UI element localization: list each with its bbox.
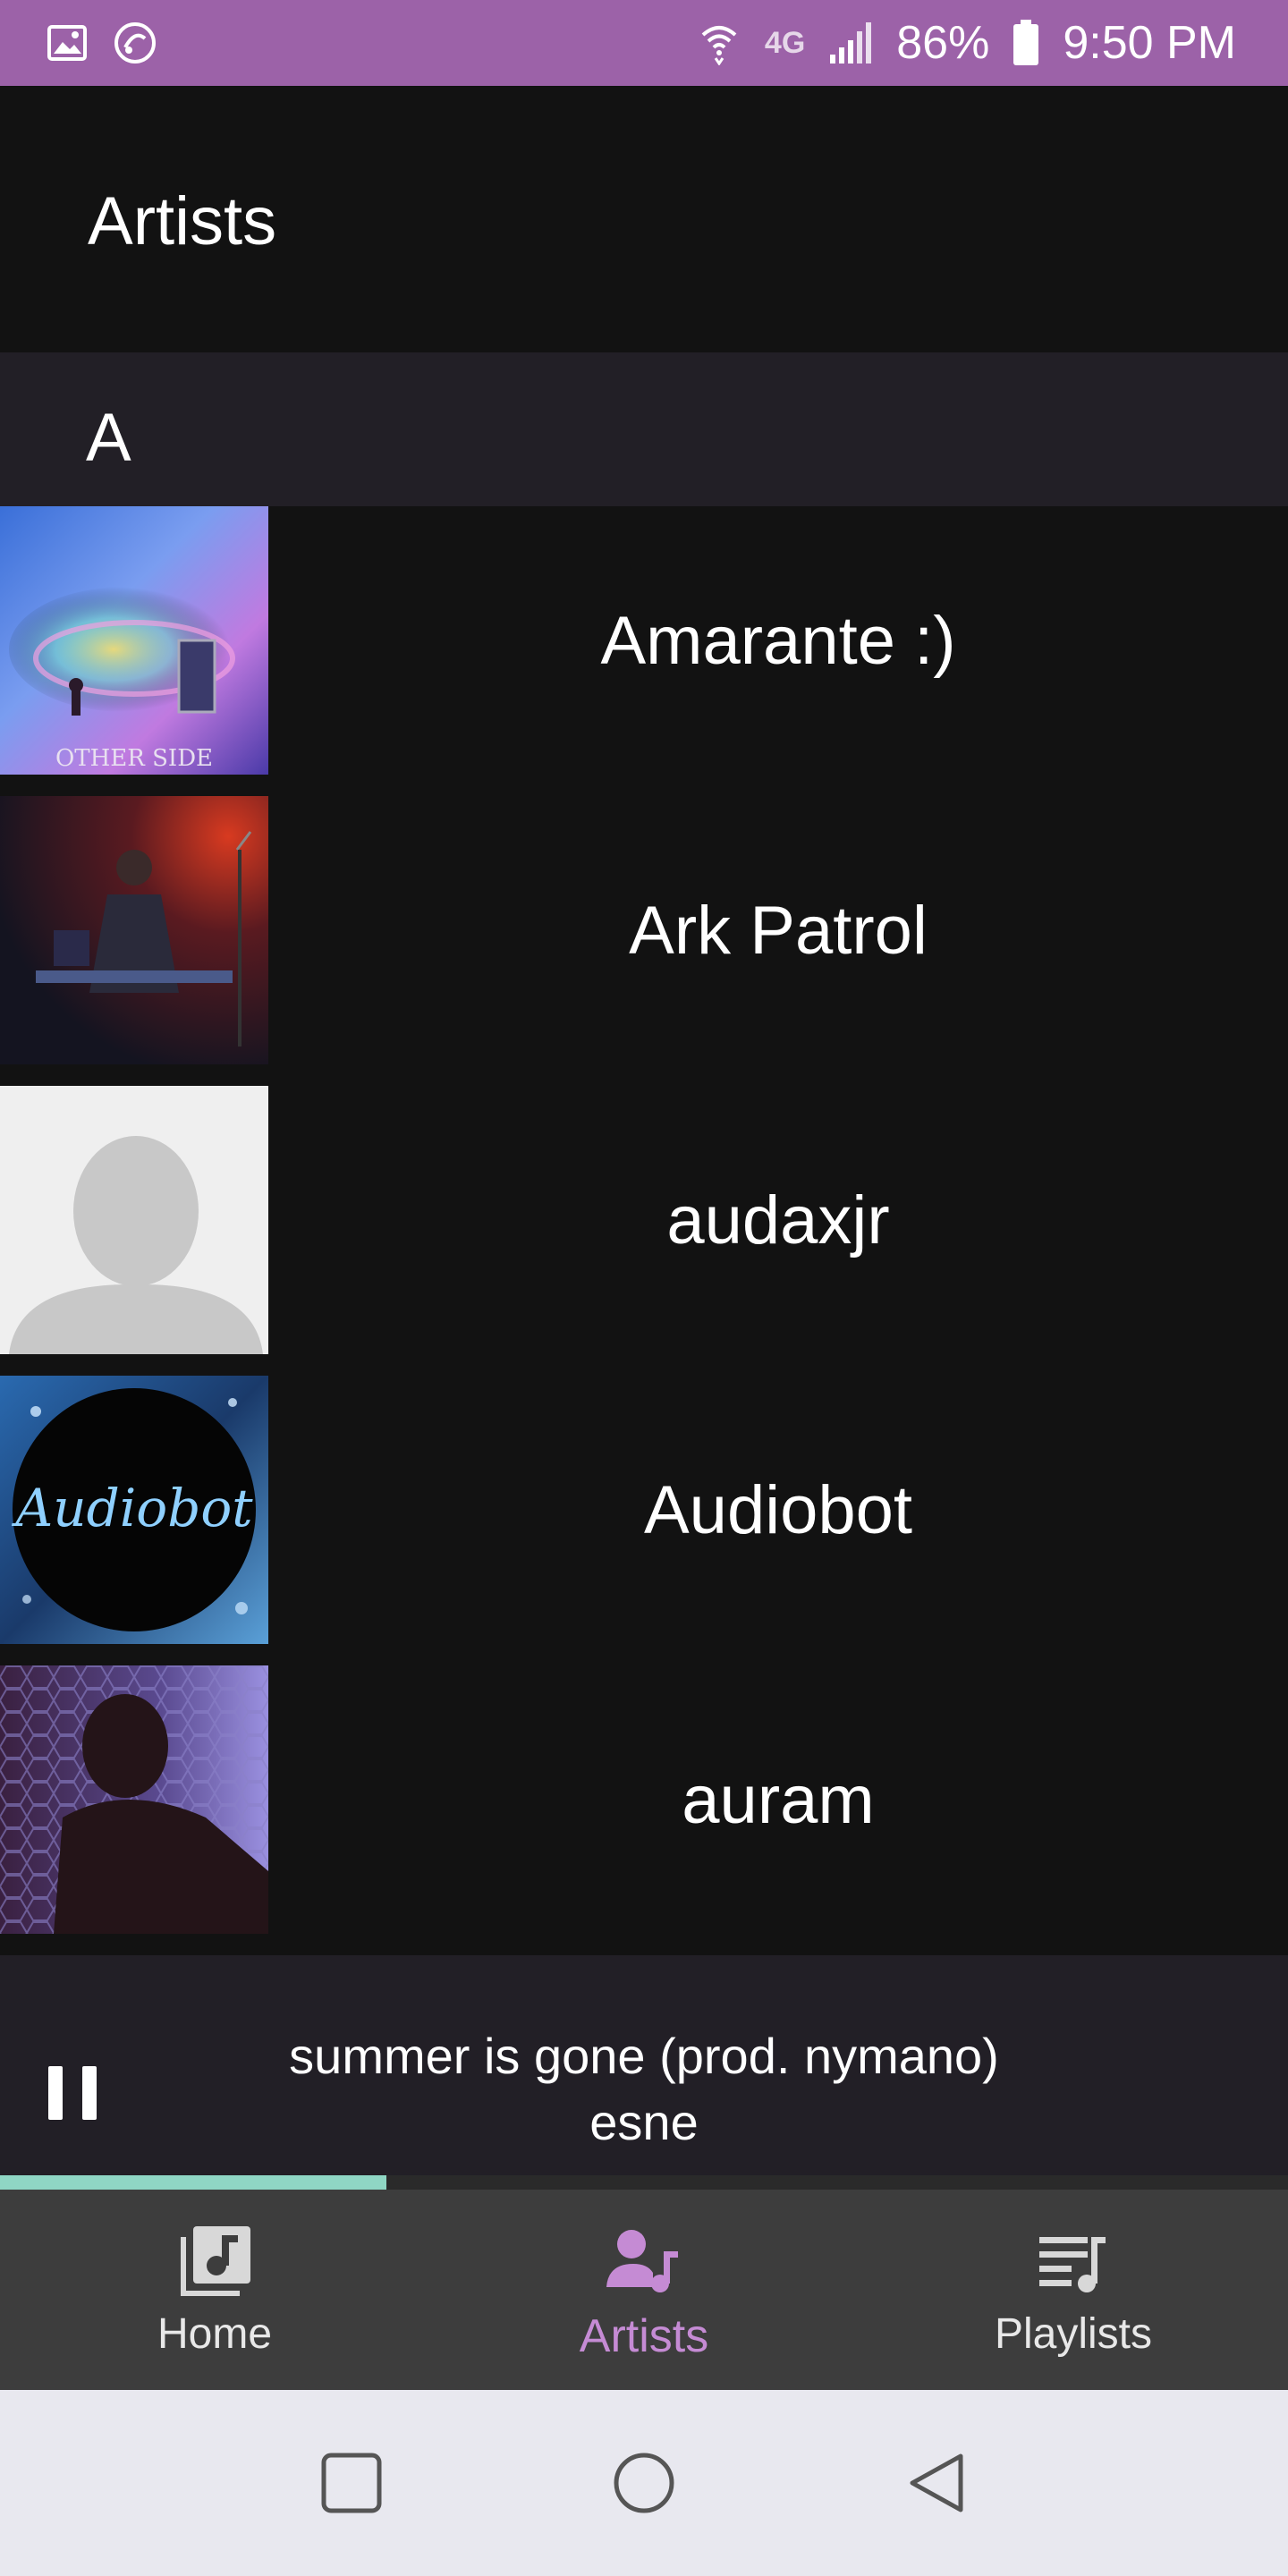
status-right: 4G 86% 9:50 PM [697, 16, 1236, 70]
bottom-nav: Home Artists Playlists [0, 2190, 1288, 2390]
nav-label: Artists [579, 2310, 709, 2362]
system-nav-bar [0, 2390, 1288, 2576]
artist-name: audaxjr [666, 1182, 890, 1258]
home-button[interactable] [604, 2443, 684, 2523]
battery-icon [1013, 20, 1039, 65]
nav-playlists[interactable]: Playlists [859, 2190, 1288, 2390]
playback-progress[interactable] [0, 2175, 1288, 2190]
now-playing-bar[interactable]: summer is gone (prod. nymano) esne [0, 1955, 1288, 2175]
status-bar: 4G 86% 9:50 PM [0, 0, 1288, 86]
nav-artists[interactable]: Artists [429, 2190, 859, 2390]
default-avatar-icon [0, 1086, 268, 1354]
recent-apps-button[interactable] [311, 2443, 392, 2523]
artist-row[interactable]: Ark Patrol [0, 796, 1288, 1086]
album-art-text: OTHER SIDE [55, 745, 213, 772]
artist-icon [604, 2222, 684, 2302]
battery-percent: 86% [896, 17, 990, 69]
clock: 9:50 PM [1063, 17, 1236, 69]
artist-row[interactable]: Audiobot Audiobot [0, 1376, 1288, 1665]
signal-icon [828, 21, 873, 65]
circle-icon [614, 2453, 674, 2513]
now-playing-title: summer is gone (prod. nymano) [289, 2028, 999, 2084]
artist-row[interactable]: OTHER SIDE Amarante :) [0, 506, 1288, 796]
network-type: 4G [764, 25, 806, 60]
artist-thumbnail: Audiobot [0, 1376, 268, 1644]
playlist-icon [1033, 2222, 1114, 2302]
artist-list: OTHER SIDE Amarante :) Ark Patrol audaxj… [0, 506, 1288, 1955]
music-library-icon [174, 2222, 255, 2302]
artist-row[interactable]: auram [0, 1665, 1288, 1955]
section-header: A [0, 352, 1288, 506]
artist-name: Audiobot [643, 1471, 913, 1548]
artist-name: Amarante :) [600, 602, 956, 679]
sync-icon [113, 21, 157, 65]
artist-thumbnail [0, 796, 268, 1064]
image-icon [45, 21, 89, 65]
now-playing-artist: esne [589, 2094, 699, 2150]
nav-label: Home [157, 2310, 273, 2358]
nav-home[interactable]: Home [0, 2190, 429, 2390]
back-triangle-icon [910, 2453, 963, 2512]
artist-thumbnail [0, 1665, 268, 1934]
section-letter: A [86, 400, 131, 476]
nav-label: Playlists [994, 2310, 1153, 2358]
square-icon [321, 2453, 382, 2513]
artist-row[interactable]: audaxjr [0, 1086, 1288, 1376]
wifi-icon [697, 21, 741, 65]
artist-thumbnail: OTHER SIDE [0, 506, 268, 775]
status-left [45, 21, 157, 65]
back-button[interactable] [896, 2443, 977, 2523]
audiobot-logo-text: Audiobot [11, 1478, 253, 1538]
page-title: Artists [88, 183, 277, 259]
progress-fill [0, 2175, 386, 2190]
app-header: Artists [0, 86, 1288, 352]
artist-name: auram [682, 1761, 875, 1838]
artist-name: Ark Patrol [629, 892, 928, 969]
